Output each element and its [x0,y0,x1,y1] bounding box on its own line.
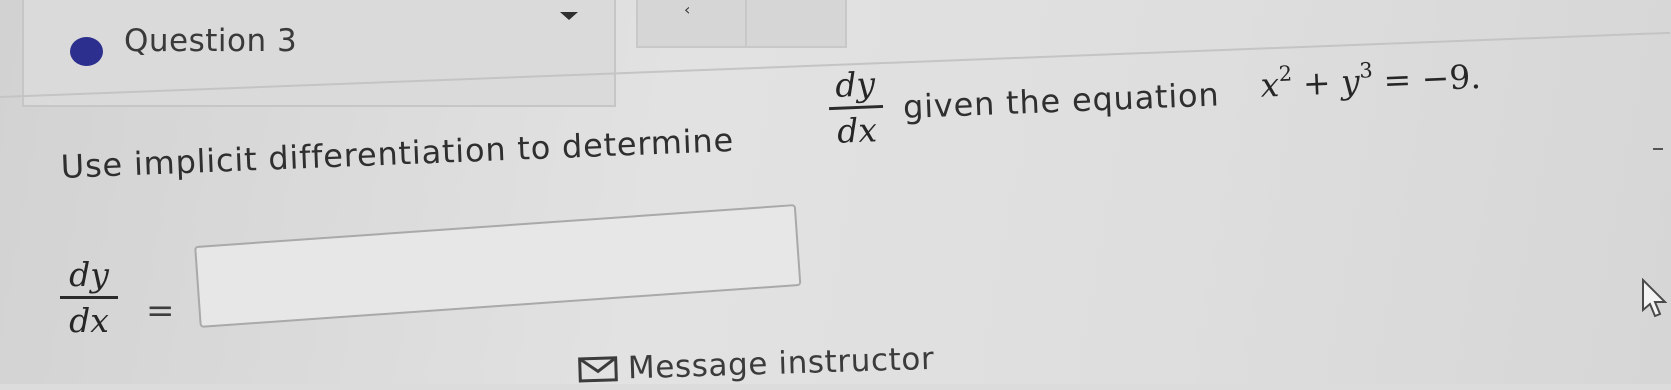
mail-icon [578,356,618,383]
answer-input[interactable] [194,204,802,328]
message-instructor-label: Message instructor [627,340,935,387]
pointer-cursor-icon [1642,278,1668,318]
edge-mark [1653,148,1663,150]
answer-row: dy dx = [0,0,1671,384]
answer-lhs-denominator: dx [69,301,109,340]
equals-sign: = [146,291,175,331]
answer-lhs-fraction: dy dx [60,258,118,337]
answer-fraction-bar [60,296,118,299]
answer-lhs-numerator: dy [69,255,109,294]
